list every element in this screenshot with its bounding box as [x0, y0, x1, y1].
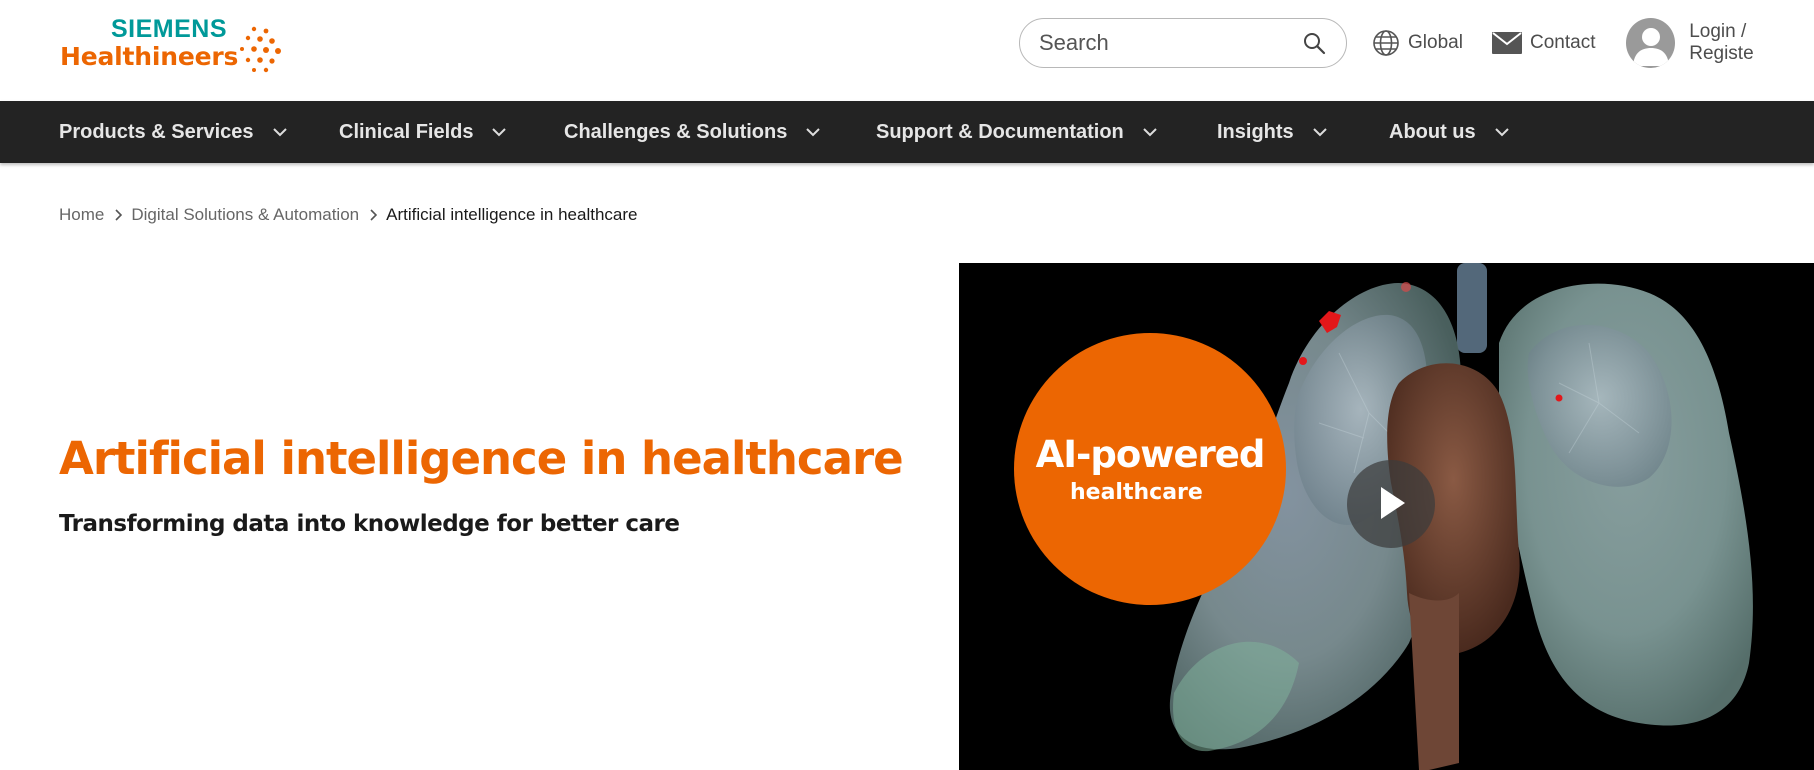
nav-item-products-services[interactable]: Products & Services: [59, 101, 288, 163]
search-box[interactable]: [1019, 18, 1347, 68]
chevron-down-icon: [1312, 128, 1327, 137]
nav-item-support-documentation[interactable]: Support & Documentation: [876, 101, 1158, 163]
page-title: Artificial intelligence in healthcare: [59, 432, 904, 485]
nav-item-label: Insights: [1217, 120, 1294, 143]
nav-item-about-us[interactable]: About us: [1389, 101, 1510, 163]
page-subtitle: Transforming data into knowledge for bet…: [59, 511, 680, 537]
logo-dots-icon: [240, 26, 281, 73]
chevron-down-icon: [1143, 128, 1157, 137]
nav-item-label: Products & Services: [59, 120, 254, 143]
chevron-down-icon: [806, 128, 821, 137]
contact-label: Contact: [1530, 32, 1596, 53]
main-navigation: Products & Services Clinical Fields Chal…: [0, 101, 1814, 163]
brand-logo[interactable]: SIEMENS Healthineers: [58, 15, 298, 75]
nav-item-insights[interactable]: Insights: [1217, 101, 1328, 163]
login-link[interactable]: Login / Registe: [1626, 18, 1814, 68]
video-badge: AI-powered healthcare: [1014, 333, 1286, 605]
logo-wordmark-siemens: SIEMENS: [111, 15, 228, 43]
hero-video[interactable]: AI-powered healthcare: [959, 263, 1814, 770]
breadcrumb-current: Artificial intelligence in healthcare: [386, 205, 638, 224]
chevron-right-icon: [369, 209, 378, 221]
contact-link[interactable]: Contact: [1492, 26, 1595, 60]
play-button[interactable]: [1347, 460, 1435, 548]
nav-item-label: Clinical Fields: [339, 120, 474, 143]
envelope-icon: [1492, 32, 1522, 54]
breadcrumb-home[interactable]: Home: [59, 205, 104, 225]
nav-item-challenges-solutions[interactable]: Challenges & Solutions: [564, 101, 821, 163]
login-label: Login / Registe: [1689, 21, 1754, 64]
logo-wordmark-healthineers: Healthineers: [60, 42, 239, 71]
nav-item-clinical-fields[interactable]: Clinical Fields: [339, 101, 507, 163]
breadcrumb: Home Digital Solutions & Automation Arti…: [59, 203, 637, 227]
video-badge-title: AI-powered: [1035, 433, 1266, 476]
chevron-down-icon: [1494, 128, 1509, 137]
site-header: SIEMENS Healthineers Search Global Conta…: [0, 0, 1814, 101]
chevron-down-icon: [492, 128, 507, 137]
nav-item-label: About us: [1389, 120, 1476, 143]
global-label: Global: [1408, 32, 1463, 53]
avatar-icon: [1626, 18, 1676, 68]
search-icon[interactable]: [1302, 31, 1326, 55]
video-badge-subtitle: healthcare: [1070, 480, 1203, 505]
search-input[interactable]: [1039, 29, 1299, 57]
chevron-down-icon: [272, 128, 287, 137]
breadcrumb-digital-solutions[interactable]: Digital Solutions & Automation: [131, 205, 359, 225]
play-icon: [1381, 487, 1405, 519]
nav-item-label: Support & Documentation: [876, 120, 1124, 143]
globe-icon: [1373, 30, 1399, 56]
global-link[interactable]: Global: [1372, 26, 1463, 60]
nav-item-label: Challenges & Solutions: [564, 120, 788, 143]
chevron-right-icon: [114, 209, 123, 221]
